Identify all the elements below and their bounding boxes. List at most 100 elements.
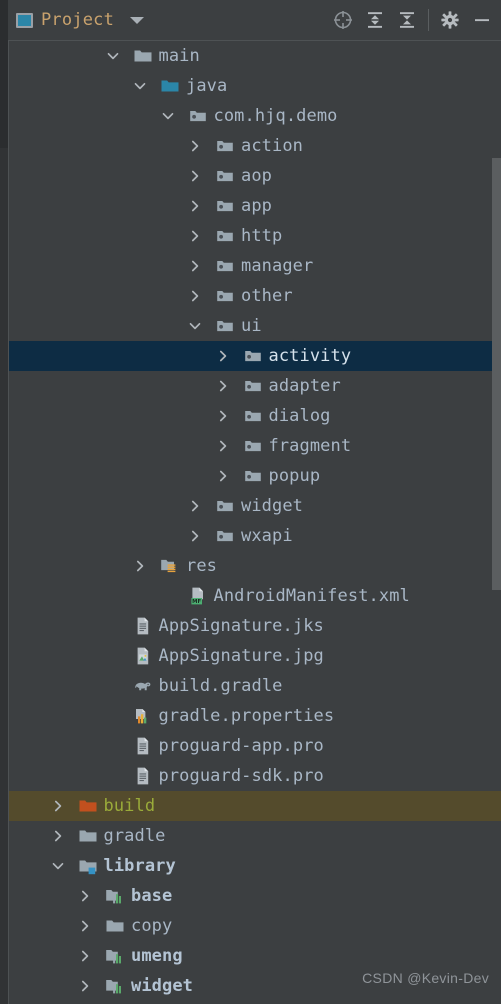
- tree-row[interactable]: res: [9, 551, 501, 581]
- chevron-right-icon[interactable]: [78, 889, 92, 903]
- folder-icon: [133, 46, 153, 66]
- tree-row[interactable]: widget: [9, 491, 501, 521]
- tree-row[interactable]: AppSignature.jks: [9, 611, 501, 641]
- tree-row-label: action: [241, 136, 304, 156]
- chevron-right-icon[interactable]: [216, 469, 230, 483]
- tree-row[interactable]: AppSignature.jpg: [9, 641, 501, 671]
- package-icon: [243, 346, 263, 366]
- chevron-down-icon[interactable]: [161, 109, 175, 123]
- package-icon: [215, 256, 235, 276]
- tree-row-label: umeng: [131, 946, 183, 966]
- text-file-icon: [133, 616, 153, 636]
- tree-row[interactable]: umeng: [9, 941, 501, 971]
- tree-row[interactable]: library: [9, 851, 501, 881]
- package-icon: [215, 166, 235, 186]
- chevron-right-icon[interactable]: [188, 259, 202, 273]
- tree-row-label: gradle.properties: [158, 706, 335, 726]
- chevron-right-icon[interactable]: [51, 829, 65, 843]
- package-icon: [215, 196, 235, 216]
- tree-row[interactable]: proguard-app.pro: [9, 731, 501, 761]
- android-module-icon: [105, 976, 125, 996]
- tree-row[interactable]: base: [9, 881, 501, 911]
- chevron-right-icon[interactable]: [188, 139, 202, 153]
- chevron-right-icon[interactable]: [216, 379, 230, 393]
- chevron-down-icon[interactable]: [106, 49, 120, 63]
- chevron-right-icon[interactable]: [51, 799, 65, 813]
- tree-row-label: res: [186, 556, 218, 576]
- tree-row-label: proguard-sdk.pro: [158, 766, 324, 786]
- tree-row[interactable]: other: [9, 281, 501, 311]
- tree-row[interactable]: java: [9, 71, 501, 101]
- excluded-folder-icon: [78, 796, 98, 816]
- tree-row[interactable]: app: [9, 191, 501, 221]
- chevron-right-icon[interactable]: [133, 559, 147, 573]
- chevron-right-icon[interactable]: [188, 499, 202, 513]
- chevron-right-icon[interactable]: [188, 529, 202, 543]
- tree-row[interactable]: dialog: [9, 401, 501, 431]
- tree-row[interactable]: build: [9, 791, 501, 821]
- chevron-right-icon[interactable]: [216, 349, 230, 363]
- tree-row[interactable]: proguard-sdk.pro: [9, 761, 501, 791]
- tree-row-label: build.gradle: [158, 676, 283, 696]
- vertical-scrollbar[interactable]: [492, 158, 501, 590]
- chevron-right-icon[interactable]: [188, 199, 202, 213]
- tool-window-left-strip: [0, 0, 8, 1004]
- package-icon: [215, 316, 235, 336]
- package-icon: [188, 106, 208, 126]
- tree-row[interactable]: aop: [9, 161, 501, 191]
- package-icon: [215, 496, 235, 516]
- tree-row[interactable]: main: [9, 41, 501, 71]
- chevron-right-icon[interactable]: [78, 919, 92, 933]
- tree-row-label: popup: [268, 466, 321, 486]
- tree-row[interactable]: com.hjq.demo: [9, 101, 501, 131]
- tree-row[interactable]: adapter: [9, 371, 501, 401]
- chevron-right-icon[interactable]: [78, 979, 92, 993]
- tree-row[interactable]: gradle: [9, 821, 501, 851]
- package-icon: [215, 526, 235, 546]
- chevron-right-icon[interactable]: [188, 169, 202, 183]
- chevron-right-icon[interactable]: [188, 229, 202, 243]
- tree-row-label: manager: [241, 256, 314, 276]
- hide-button[interactable]: [467, 5, 497, 35]
- tree-row-label: main: [158, 46, 200, 66]
- tree-row[interactable]: MF AndroidManifest.xml: [9, 581, 501, 611]
- tool-window-title-label: Project: [41, 10, 115, 30]
- chevron-right-icon[interactable]: [78, 949, 92, 963]
- tool-window-title[interactable]: Project: [16, 0, 145, 40]
- chevron-down-icon[interactable]: [51, 859, 65, 873]
- chevron-right-icon[interactable]: [216, 439, 230, 453]
- package-icon: [215, 136, 235, 156]
- tree-row-label: java: [186, 76, 228, 96]
- project-tree[interactable]: main java com.hjq.demo action aop app ht…: [9, 41, 501, 1004]
- tree-row[interactable]: popup: [9, 461, 501, 491]
- tree-row[interactable]: wxapi: [9, 521, 501, 551]
- chevron-down-icon[interactable]: [188, 319, 202, 333]
- chevron-down-icon[interactable]: [130, 16, 145, 24]
- project-window-icon: [16, 12, 33, 28]
- tree-row[interactable]: gradle.properties: [9, 701, 501, 731]
- tree-row-label: proguard-app.pro: [158, 736, 324, 756]
- scroll-from-source-button[interactable]: [328, 5, 358, 35]
- svg-text:MF: MF: [192, 599, 201, 605]
- chevron-right-icon[interactable]: [188, 289, 202, 303]
- chevron-down-icon[interactable]: [133, 79, 147, 93]
- tree-row-label: copy: [131, 916, 173, 936]
- expand-all-button[interactable]: [360, 5, 390, 35]
- tool-window-left-strip-top: [0, 0, 8, 148]
- collapse-all-button[interactable]: [392, 5, 422, 35]
- tree-row[interactable]: activity: [9, 341, 501, 371]
- tree-row[interactable]: ui: [9, 311, 501, 341]
- tree-row[interactable]: manager: [9, 251, 501, 281]
- tree-row[interactable]: widget: [9, 971, 501, 1001]
- source-root-folder-icon: [160, 76, 180, 96]
- package-icon: [243, 436, 263, 456]
- chevron-right-icon[interactable]: [216, 409, 230, 423]
- tree-row-label: http: [241, 226, 283, 246]
- package-icon: [243, 406, 263, 426]
- tree-row[interactable]: fragment: [9, 431, 501, 461]
- tree-row[interactable]: copy: [9, 911, 501, 941]
- settings-button[interactable]: [435, 5, 465, 35]
- tree-row[interactable]: build.gradle: [9, 671, 501, 701]
- tree-row[interactable]: action: [9, 131, 501, 161]
- tree-row[interactable]: http: [9, 221, 501, 251]
